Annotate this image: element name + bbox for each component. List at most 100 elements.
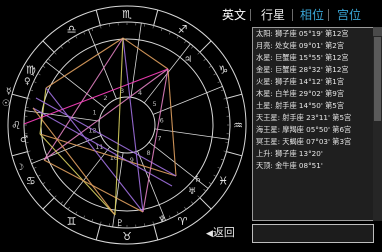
house-cusp xyxy=(154,128,230,140)
degree-tick xyxy=(220,89,224,92)
virgo-icon: ♍ xyxy=(26,64,36,77)
degree-tick xyxy=(42,182,46,185)
degree-tick xyxy=(53,195,57,199)
degree-tick xyxy=(203,189,207,192)
planet-row: 金星: 巨蟹座 28°32' 第12宫 xyxy=(256,65,349,74)
aquarius-icon: ♒ xyxy=(233,119,243,132)
tab-houses[interactable]: 宫位 xyxy=(337,7,361,23)
degree-tick xyxy=(42,65,46,68)
degree-tick xyxy=(191,201,194,205)
scroll-thumb[interactable] xyxy=(374,37,381,121)
house-number: 6 xyxy=(160,117,164,125)
uranus-icon: ♅ xyxy=(188,187,196,197)
degree-tick xyxy=(191,45,194,49)
planet-row: 天顶: 金牛座 08°51' xyxy=(256,161,323,170)
taurus-icon: ♉ xyxy=(122,230,132,243)
degree-tick xyxy=(27,98,31,100)
aspect-line xyxy=(122,37,169,70)
cancer-icon: ♋ xyxy=(26,175,36,188)
sign-divider xyxy=(199,40,212,53)
degree-tick xyxy=(67,40,70,44)
aspect-line xyxy=(39,87,47,135)
planet-row: 天王星: 射手座 23°11' 第5宫 xyxy=(256,113,352,122)
libra-icon: ♎ xyxy=(67,23,77,36)
jupiter-icon: ♃ xyxy=(184,55,192,65)
house-cusp xyxy=(112,152,124,228)
degree-tick xyxy=(53,51,57,55)
aspect-line xyxy=(122,37,144,213)
input-box[interactable] xyxy=(252,224,374,243)
degree-tick xyxy=(213,73,217,76)
tab-divider xyxy=(328,9,329,21)
degree-tick xyxy=(37,174,41,177)
gemini-icon: ♊ xyxy=(67,215,77,228)
sign-divider xyxy=(11,93,28,99)
back-button[interactable]: ◀返回 xyxy=(206,226,235,240)
scroll-up-button[interactable] xyxy=(373,27,382,36)
planet-row: 木星: 白羊座 29°02' 第9宫 xyxy=(256,89,345,98)
tab-english[interactable]: 英文 xyxy=(222,7,246,23)
house-cusp xyxy=(63,146,111,207)
sign-divider xyxy=(226,151,243,157)
aspect-line xyxy=(114,37,124,216)
degree-tick xyxy=(203,58,207,61)
degree-tick xyxy=(208,182,212,185)
tab-bar: 英文 行星 相位 宫位 xyxy=(222,7,382,25)
degree-tick xyxy=(197,51,201,55)
degree-tick xyxy=(184,206,187,210)
sun-icon: ☉ xyxy=(2,99,10,109)
degree-tick xyxy=(108,223,110,227)
leo-icon: ♌ xyxy=(11,119,21,132)
scorpio-icon: ♏ xyxy=(122,8,132,21)
scrollbar[interactable] xyxy=(373,27,382,221)
degree-tick xyxy=(225,106,229,108)
degree-tick xyxy=(108,23,110,27)
degree-tick xyxy=(91,218,94,222)
back-arrow-icon: ◀ xyxy=(206,229,213,239)
sign-divider xyxy=(11,151,28,157)
inner-ring xyxy=(98,96,156,154)
chart-wheel: ♌♋♊♉♈♓♒♑♐♏♎♍123 456789101112☉☽☿♀♂♃♄♅♆♇ xyxy=(2,5,247,245)
planet-row: 太阳: 狮子座 05°19' 第12宫 xyxy=(256,29,349,38)
house-number: 5 xyxy=(153,100,157,108)
capricorn-icon: ♑ xyxy=(218,64,228,77)
sagittarius-icon: ♐ xyxy=(178,23,188,36)
degree-tick xyxy=(223,150,227,152)
degree-tick xyxy=(176,35,179,39)
degree-tick xyxy=(152,25,154,29)
degree-tick xyxy=(60,201,63,205)
pluto-icon: ♇ xyxy=(116,219,124,229)
aries-icon: ♈ xyxy=(178,215,188,228)
degree-tick xyxy=(168,215,171,219)
mercury-icon: ☿ xyxy=(6,87,12,97)
aspect-line xyxy=(142,68,169,213)
degree-tick xyxy=(217,81,221,84)
planet-row: 冥王星: 天蝎座 07°03' 第3宫 xyxy=(256,137,352,146)
house-number: 7 xyxy=(157,135,161,143)
degree-tick xyxy=(37,73,41,76)
degree-tick xyxy=(217,166,221,169)
degree-tick xyxy=(75,35,78,39)
planet-row: 海王星: 摩羯座 05°50' 第6宫 xyxy=(256,125,352,134)
planet-positions-panel: 太阳: 狮子座 05°19' 第12宫 月亮: 处女座 09°01' 第2宫 水… xyxy=(252,27,375,221)
aspect-line xyxy=(43,37,124,161)
sign-divider xyxy=(226,93,243,99)
house-cusp xyxy=(130,22,142,98)
planet-row: 火星: 狮子座 14°12' 第1宫 xyxy=(256,77,345,86)
degree-tick xyxy=(27,150,31,152)
degree-tick xyxy=(75,211,78,215)
pisces-icon: ♓ xyxy=(218,175,228,188)
house-number: 2 xyxy=(103,94,107,102)
back-label: 返回 xyxy=(212,226,235,239)
sign-divider xyxy=(42,197,55,210)
tab-planets[interactable]: 行星 xyxy=(261,7,285,23)
degree-tick xyxy=(67,206,70,210)
mars-icon: ♂ xyxy=(20,135,28,145)
tab-aspects[interactable]: 相位 xyxy=(300,7,324,23)
planet-row: 水星: 巨蟹座 15°55' 第12宫 xyxy=(256,53,349,62)
degree-tick xyxy=(30,89,34,92)
degree-tick xyxy=(208,65,212,68)
degree-tick xyxy=(213,174,217,177)
degree-tick xyxy=(168,31,171,35)
degree-tick xyxy=(225,142,229,144)
